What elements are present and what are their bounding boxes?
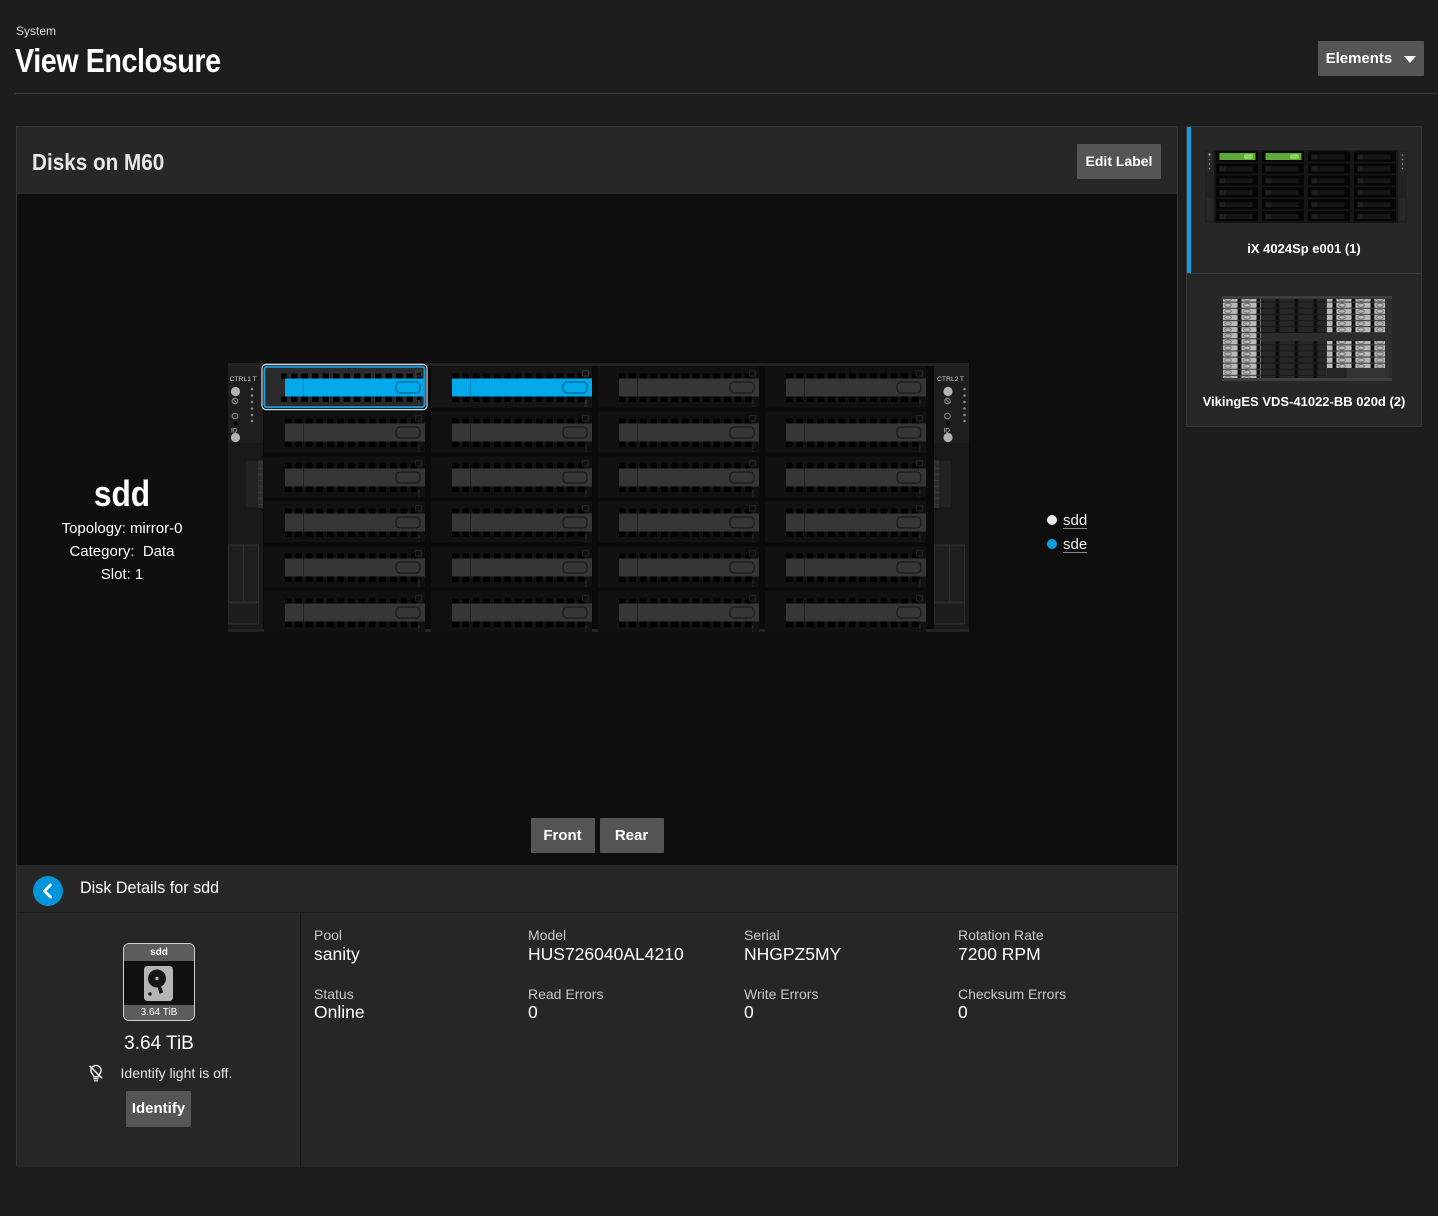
svg-text:CTRL2 T: CTRL2 T <box>937 376 964 383</box>
svg-text:CTRL1 T: CTRL1 T <box>230 376 257 383</box>
